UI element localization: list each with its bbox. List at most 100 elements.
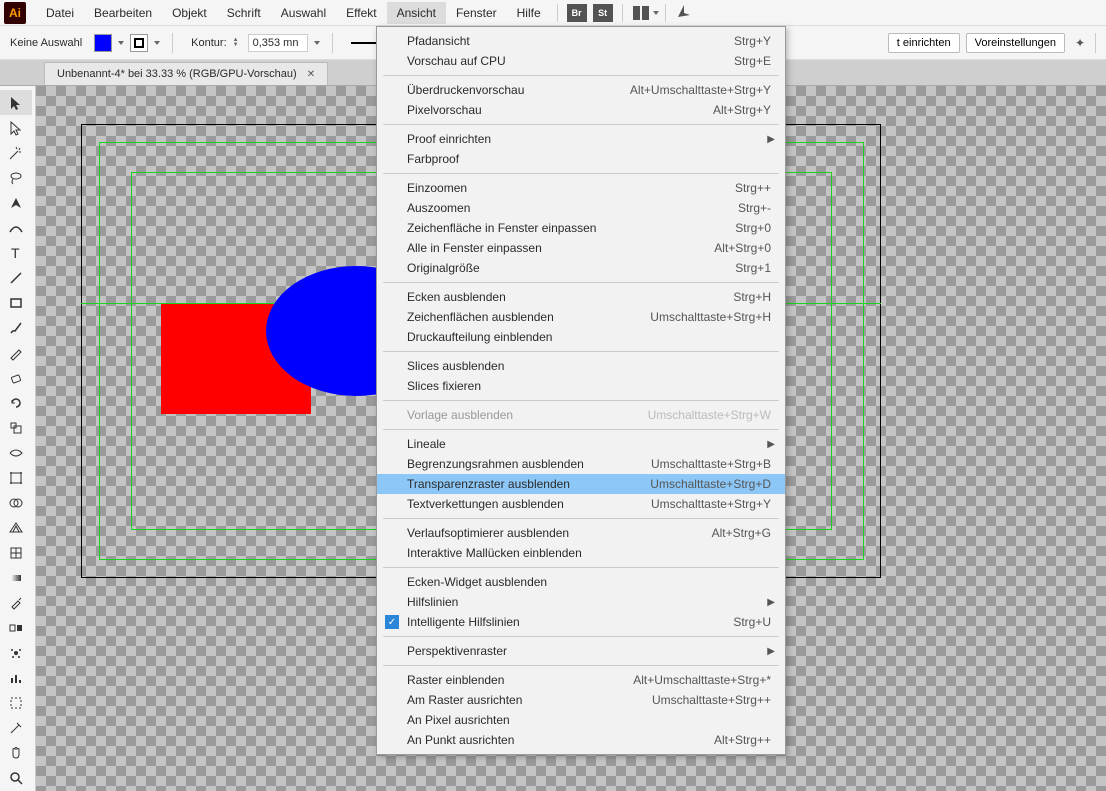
stroke-value[interactable]: 0,353 mn — [248, 34, 308, 52]
menu-ansicht-dropdown: PfadansichtStrg+YVorschau auf CPUStrg+E Ü… — [376, 26, 786, 755]
menu-schrift[interactable]: Schrift — [217, 2, 271, 24]
tool-width[interactable] — [0, 440, 32, 465]
menu-fenster[interactable]: Fenster — [446, 2, 507, 24]
tool-type[interactable]: T — [0, 240, 32, 265]
menu-item-label: Transparenzraster ausblenden — [407, 477, 650, 491]
tool-mesh[interactable] — [0, 540, 32, 565]
tool-symbol[interactable] — [0, 640, 32, 665]
menu-item-label: Hilfslinien — [407, 595, 771, 609]
tool-curvature[interactable] — [0, 215, 32, 240]
menu-item-pixelvorschau[interactable]: PixelvorschauAlt+Strg+Y — [377, 100, 785, 120]
stroke-style[interactable] — [351, 42, 379, 44]
menu-item-farbproof[interactable]: Farbproof — [377, 149, 785, 169]
tool-rotate[interactable] — [0, 390, 32, 415]
menu-item-label: Interaktive Mallücken einblenden — [407, 546, 771, 560]
menu-item-perspektivenraster[interactable]: Perspektivenraster▶ — [377, 641, 785, 661]
tool-gradient[interactable] — [0, 565, 32, 590]
menu-item-an-punkt-ausrichten[interactable]: An Punkt ausrichtenAlt+Strg++ — [377, 730, 785, 750]
submenu-arrow-icon: ▶ — [767, 439, 775, 450]
menu-item-alle-in-fenster-einpassen[interactable]: Alle in Fenster einpassenAlt+Strg+0 — [377, 238, 785, 258]
tool-zoom[interactable] — [0, 765, 32, 790]
tool-line[interactable] — [0, 265, 32, 290]
tool-selection[interactable] — [0, 90, 32, 115]
tool-free[interactable] — [0, 465, 32, 490]
tool-rect[interactable] — [0, 290, 32, 315]
menu-item-proof-einrichten[interactable]: Proof einrichten▶ — [377, 129, 785, 149]
menu-item-intelligente-hilfslinien[interactable]: ✓Intelligente HilfslinienStrg+U — [377, 612, 785, 632]
menu-item-am-raster-ausrichten[interactable]: Am Raster ausrichtenUmschalttaste+Strg++ — [377, 690, 785, 710]
menu-datei[interactable]: Datei — [36, 2, 84, 24]
menu-item-label: Originalgröße — [407, 261, 735, 275]
tool-slice[interactable] — [0, 715, 32, 740]
tool-pen[interactable] — [0, 190, 32, 215]
bridge-icon[interactable]: Br — [567, 4, 587, 22]
menu-item-shortcut: Strg+1 — [735, 261, 771, 275]
tool-shapebuilder[interactable] — [0, 490, 32, 515]
menu-item-ecken-widget-ausblenden[interactable]: Ecken-Widget ausblenden — [377, 572, 785, 592]
menu-item-shortcut: Alt+Umschalttaste+Strg+* — [633, 673, 771, 687]
tool-scale[interactable] — [0, 415, 32, 440]
menu-objekt[interactable]: Objekt — [162, 2, 217, 24]
document-tab-label: Unbenannt-4* bei 33.33 % (RGB/GPU-Vorsch… — [57, 68, 297, 80]
menu-separator — [383, 173, 779, 174]
tool-direct-select[interactable] — [0, 115, 32, 140]
menu-item-lineale[interactable]: Lineale▶ — [377, 434, 785, 454]
prefs-button[interactable]: Voreinstellungen — [966, 33, 1065, 53]
menu-bearbeiten[interactable]: Bearbeiten — [84, 2, 162, 24]
tool-eraser[interactable] — [0, 365, 32, 390]
menu-item-label: Ecken ausblenden — [407, 290, 733, 304]
menu-item-druckaufteilung-einblenden[interactable]: Druckaufteilung einblenden — [377, 327, 785, 347]
menu-item-slices-fixieren[interactable]: Slices fixieren — [377, 376, 785, 396]
menu-item--berdruckenvorschau[interactable]: ÜberdruckenvorschauAlt+Umschalttaste+Str… — [377, 80, 785, 100]
tool-eyedrop[interactable] — [0, 590, 32, 615]
menu-item-label: Einzoomen — [407, 181, 735, 195]
tool-wand[interactable] — [0, 140, 32, 165]
menu-item-textverkettungen-ausblenden[interactable]: Textverkettungen ausblendenUmschalttaste… — [377, 494, 785, 514]
menu-item-label: Druckaufteilung einblenden — [407, 330, 771, 344]
menu-ansicht[interactable]: Ansicht — [387, 2, 446, 24]
menu-item-label: Zeichenfläche in Fenster einpassen — [407, 221, 735, 235]
menu-item-ecken-ausblenden[interactable]: Ecken ausblendenStrg+H — [377, 287, 785, 307]
tool-hand[interactable] — [0, 740, 32, 765]
menu-item-label: Verlaufsoptimierer ausblenden — [407, 526, 712, 540]
close-icon[interactable]: ✕ — [307, 69, 315, 80]
menu-item-raster-einblenden[interactable]: Raster einblendenAlt+Umschalttaste+Strg+… — [377, 670, 785, 690]
menu-auswahl[interactable]: Auswahl — [271, 2, 336, 24]
tool-blend[interactable] — [0, 615, 32, 640]
menu-item-label: Pfadansicht — [407, 34, 734, 48]
menu-item-pfadansicht[interactable]: PfadansichtStrg+Y — [377, 31, 785, 51]
tool-pencil[interactable] — [0, 340, 32, 365]
menu-item-slices-ausblenden[interactable]: Slices ausblenden — [377, 356, 785, 376]
menu-item-interaktive-mall-cken-einblenden[interactable]: Interaktive Mallücken einblenden — [377, 543, 785, 563]
menu-item-label: Vorlage ausblenden — [407, 408, 648, 422]
pin-icon[interactable]: ✦ — [1071, 33, 1089, 53]
tool-graph[interactable] — [0, 665, 32, 690]
stroke-swatch[interactable] — [130, 34, 148, 52]
menu-effekt[interactable]: Effekt — [336, 2, 386, 24]
tool-brush[interactable] — [0, 315, 32, 340]
tool-perspective[interactable] — [0, 515, 32, 540]
menu-item-zeichenfl-chen-ausblenden[interactable]: Zeichenflächen ausblendenUmschalttaste+S… — [377, 307, 785, 327]
menu-item-an-pixel-ausrichten[interactable]: An Pixel ausrichten — [377, 710, 785, 730]
menu-item-auszoomen[interactable]: AuszoomenStrg+- — [377, 198, 785, 218]
gpu-icon[interactable] — [676, 3, 692, 22]
tool-lasso[interactable] — [0, 165, 32, 190]
fill-swatch[interactable] — [94, 34, 112, 52]
setup-button[interactable]: t einrichten — [888, 33, 960, 53]
menu-item-hilfslinien[interactable]: Hilfslinien▶ — [377, 592, 785, 612]
menu-hilfe[interactable]: Hilfe — [507, 2, 551, 24]
menu-item-transparenzraster-ausblenden[interactable]: Transparenzraster ausblendenUmschalttast… — [377, 474, 785, 494]
menu-item-shortcut: Strg+0 — [735, 221, 771, 235]
arrange-docs-icon[interactable] — [633, 6, 649, 20]
menu-item-zeichenfl-che-in-fenster-einpassen[interactable]: Zeichenfläche in Fenster einpassenStrg+0 — [377, 218, 785, 238]
menu-item-originalgr-e[interactable]: OriginalgrößeStrg+1 — [377, 258, 785, 278]
stock-icon[interactable]: St — [593, 4, 613, 22]
menu-item-shortcut: Umschalttaste+Strg+D — [650, 477, 771, 491]
document-tab[interactable]: Unbenannt-4* bei 33.33 % (RGB/GPU-Vorsch… — [44, 62, 328, 85]
menu-item-vorschau-auf-cpu[interactable]: Vorschau auf CPUStrg+E — [377, 51, 785, 71]
menu-item-label: Raster einblenden — [407, 673, 633, 687]
menu-item-begrenzungsrahmen-ausblenden[interactable]: Begrenzungsrahmen ausblendenUmschalttast… — [377, 454, 785, 474]
tool-artboard[interactable] — [0, 690, 32, 715]
menu-item-einzoomen[interactable]: EinzoomenStrg++ — [377, 178, 785, 198]
menu-item-verlaufsoptimierer-ausblenden[interactable]: Verlaufsoptimierer ausblendenAlt+Strg+G — [377, 523, 785, 543]
